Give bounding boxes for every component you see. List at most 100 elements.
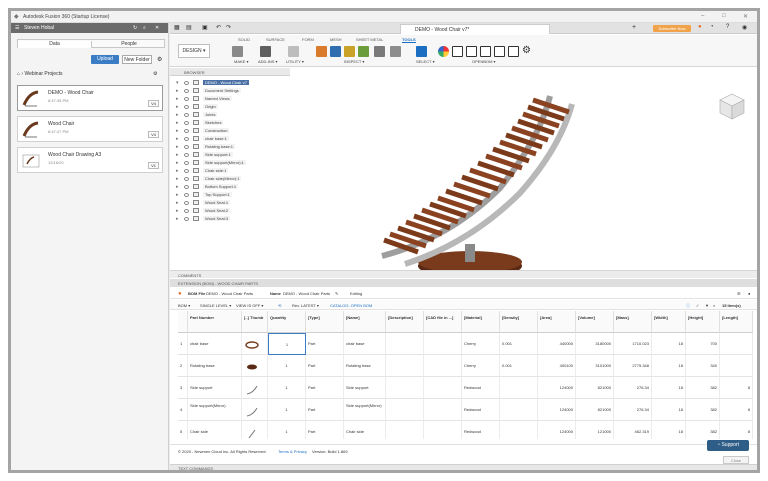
table-cell[interactable]: 121000	[576, 421, 614, 439]
table-cell[interactable]	[386, 333, 424, 355]
table-cell[interactable]: 382	[686, 399, 720, 421]
section-analysis-icon[interactable]	[390, 46, 401, 57]
openbom-settings-icon[interactable]: ⚙	[522, 45, 531, 56]
table-cell[interactable]: 1	[268, 333, 306, 355]
new-tab-icon[interactable]: +	[632, 24, 636, 31]
level-select[interactable]: SINGLE LEVEL ▾	[200, 303, 231, 308]
table-cell[interactable]	[720, 355, 753, 377]
column-header[interactable]: [Height]	[686, 311, 720, 333]
expand-icon[interactable]: ▸	[176, 144, 179, 150]
openbom-logo-icon[interactable]	[438, 46, 449, 57]
visibility-icon[interactable]	[184, 177, 189, 181]
table-cell[interactable]: 124000	[538, 399, 576, 421]
expand-icon[interactable]: ▸	[176, 208, 179, 214]
visibility-icon[interactable]	[184, 89, 189, 93]
catalog-link[interactable]: CATALOG: OPEN BOM	[330, 303, 372, 308]
table-cell[interactable]: 821000	[576, 399, 614, 421]
file-menu-icon[interactable]: ▤	[186, 24, 192, 31]
openbom-table-icon[interactable]	[494, 46, 505, 57]
tab-mesh[interactable]: MESH	[330, 37, 342, 42]
curvature-icon[interactable]	[344, 46, 355, 57]
bom-search-icon[interactable]: ⌕	[713, 303, 715, 308]
expand-icon[interactable]: ▸	[176, 184, 179, 190]
menu-icon[interactable]: ☰	[737, 291, 741, 296]
table-cell[interactable]: chair base	[188, 333, 242, 355]
table-cell[interactable]	[500, 377, 538, 399]
table-cell[interactable]: 18	[652, 377, 686, 399]
workspace-switcher[interactable]: DESIGN ▾	[178, 44, 210, 58]
settings-icon[interactable]: ⚙	[157, 56, 162, 63]
visibility-icon[interactable]	[184, 217, 189, 221]
table-cell[interactable]	[386, 377, 424, 399]
tab-data[interactable]: Data	[18, 41, 92, 48]
table-cell[interactable]: 440000	[538, 333, 576, 355]
help-icon[interactable]: ?	[726, 24, 729, 30]
group-add-ins[interactable]: ADD-INS ▾	[258, 59, 278, 64]
expand-icon[interactable]: ▸	[176, 192, 179, 198]
table-cell[interactable]	[424, 399, 462, 421]
table-cell[interactable]: 18	[652, 355, 686, 377]
revision-select[interactable]: Rev. LATEST ▾	[292, 303, 319, 308]
tab-solid[interactable]: SOLID	[238, 37, 250, 42]
browser-panel-header[interactable]: BROWSER	[170, 68, 290, 76]
text-commands-bar[interactable]: TEXT COMMANDS	[170, 464, 757, 470]
visibility-icon[interactable]	[184, 193, 189, 197]
table-cell[interactable]: 8	[720, 421, 753, 439]
table-cell[interactable]	[424, 355, 462, 377]
tab-people[interactable]: People	[92, 41, 166, 47]
table-cell[interactable]: 700	[686, 333, 720, 355]
table-cell[interactable]: 18	[652, 333, 686, 355]
table-cell[interactable]: 1710.023	[614, 333, 652, 355]
table-cell[interactable]: 0.001	[500, 355, 538, 377]
expand-icon[interactable]: ▸	[176, 200, 179, 206]
version-badge[interactable]: V1	[148, 162, 159, 169]
home-icon[interactable]: ⌂	[17, 71, 20, 77]
close-panel-icon[interactable]: ✕	[155, 25, 159, 31]
expand-icon[interactable]: ▸	[176, 168, 179, 174]
table-cell[interactable]: 18	[652, 421, 686, 439]
tab-surface[interactable]: SURFACE	[266, 37, 285, 42]
expand-icon[interactable]: ▸	[176, 136, 179, 142]
table-cell[interactable]: 18	[652, 399, 686, 421]
table-cell[interactable]: 340	[686, 355, 720, 377]
table-cell[interactable]: Redwood	[462, 421, 500, 439]
group-openbom[interactable]: OPENBOM ▾	[472, 59, 496, 64]
folder-settings-icon[interactable]: ⚙	[153, 71, 157, 77]
table-cell[interactable]: Part	[306, 333, 344, 355]
table-cell[interactable]: Side support	[344, 377, 386, 399]
column-header[interactable]	[178, 311, 188, 333]
column-header[interactable]: Quantity	[268, 311, 306, 333]
list-item[interactable]: DEMO - Wood Chair 6:47:35 PM V4	[17, 85, 163, 111]
check-icon[interactable]: ✓	[696, 303, 699, 308]
table-cell[interactable]: 3101000	[576, 355, 614, 377]
tab-sheet-metal[interactable]: SHEET METAL	[356, 37, 383, 42]
measure-icon[interactable]	[316, 46, 327, 57]
group-inspect[interactable]: INSPECT ▾	[344, 59, 364, 64]
upload-button[interactable]: Upload	[91, 55, 119, 64]
version-badge[interactable]: V4	[148, 100, 159, 107]
column-header[interactable]: [Type]	[306, 311, 344, 333]
table-cell[interactable]: 124000	[538, 421, 576, 439]
table-cell[interactable]: Part	[306, 355, 344, 377]
table-cell[interactable]: 462.319	[614, 421, 652, 439]
table-cell[interactable]: 400100	[538, 355, 576, 377]
column-header[interactable]: [Description]	[386, 311, 424, 333]
openbom-grid-icon[interactable]	[466, 46, 477, 57]
table-cell[interactable]: chair base	[344, 333, 386, 355]
visibility-icon[interactable]	[184, 121, 189, 125]
table-cell[interactable]	[500, 399, 538, 421]
3d-viewport[interactable]	[170, 68, 757, 283]
breadcrumb-project[interactable]: Webinar Projects	[24, 71, 62, 77]
viewcube-icon[interactable]	[718, 91, 746, 121]
refresh-icon[interactable]: ↻	[133, 25, 137, 31]
zebra-icon[interactable]	[358, 46, 369, 57]
table-cell[interactable]	[500, 421, 538, 439]
tab-form[interactable]: FORM	[302, 37, 314, 42]
table-cell[interactable]: 1	[268, 399, 306, 421]
user-icon[interactable]: ●	[748, 291, 750, 296]
info-icon[interactable]: ⓘ	[686, 303, 690, 309]
table-cell[interactable]: Side support(Mirror)	[344, 399, 386, 421]
table-cell[interactable]: 276.34	[614, 377, 652, 399]
table-cell[interactable]: 382	[686, 377, 720, 399]
visibility-icon[interactable]	[184, 185, 189, 189]
